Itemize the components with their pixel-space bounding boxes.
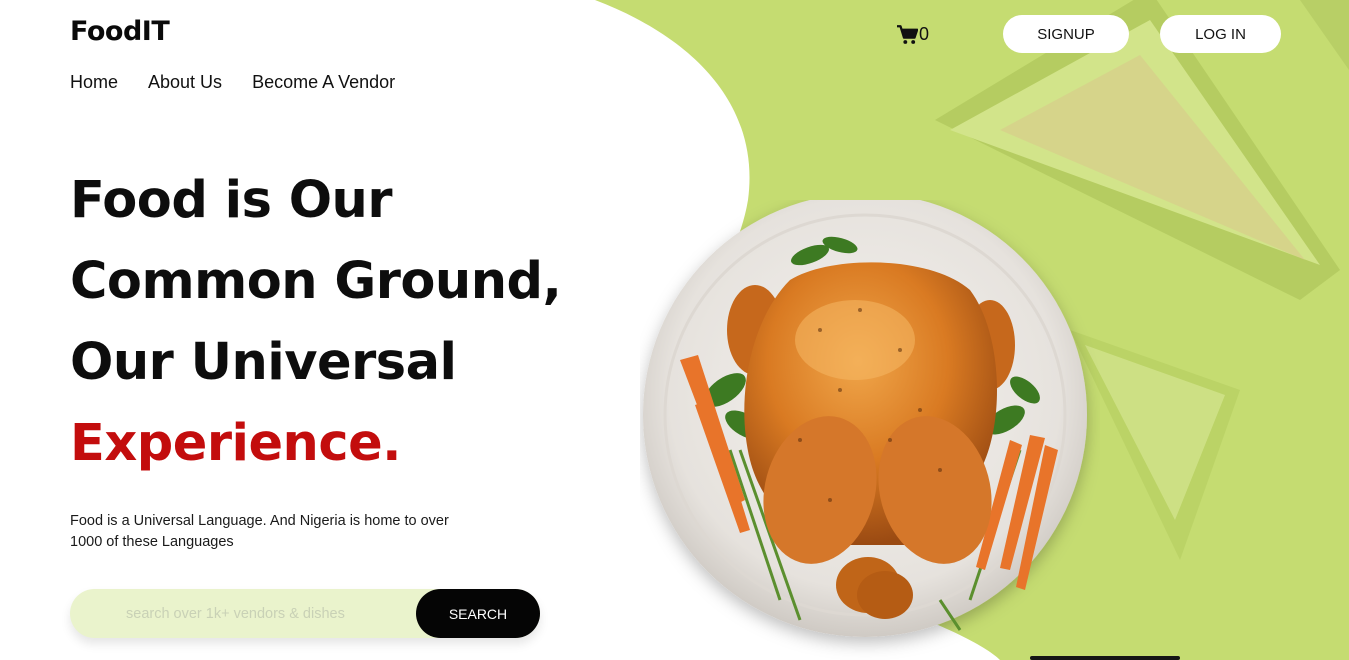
hero-subtext: Food is a Universal Language. And Nigeri… — [70, 513, 449, 550]
headline-line-3: Our Universal — [70, 333, 457, 392]
login-button[interactable]: LOG IN — [1160, 15, 1281, 53]
search-bar: SEARCH — [70, 589, 540, 638]
cart-icon — [897, 24, 918, 44]
headline-line-4-accent: Experience. — [70, 414, 402, 473]
headline-line-2: Common Ground, — [70, 252, 562, 311]
nav-about-us[interactable]: About Us — [148, 72, 222, 93]
search-button[interactable]: SEARCH — [416, 589, 540, 638]
headline-line-1: Food is Our — [70, 171, 393, 230]
roast-chicken-plate-image — [643, 200, 1087, 637]
nav-become-vendor[interactable]: Become A Vendor — [252, 72, 395, 93]
partial-dark-element — [1030, 656, 1180, 660]
nav-home[interactable]: Home — [70, 72, 118, 93]
main-nav: Home About Us Become A Vendor — [70, 72, 395, 93]
brand-logo[interactable]: FoodIT — [70, 16, 170, 47]
signup-button[interactable]: SIGNUP — [1003, 15, 1129, 53]
search-input[interactable] — [70, 589, 416, 638]
cart-button[interactable]: 0 — [897, 24, 929, 45]
hero-headline: Food is Our Common Ground, Our Universal… — [70, 160, 562, 484]
cart-count: 0 — [919, 24, 930, 44]
